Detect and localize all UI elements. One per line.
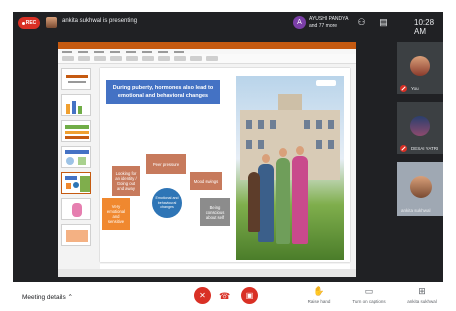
people-summary[interactable]: AYUSHI PANDYA and 77 more — [309, 16, 348, 30]
presenting-text: ankita sukhwal is presenting — [62, 18, 138, 24]
recording-badge: REC — [18, 17, 40, 29]
shared-presentation: During puberty, hormones also lead to em… — [58, 42, 356, 277]
slide-thumbnail-selected[interactable] — [61, 172, 91, 194]
student-figure — [292, 156, 308, 244]
participant-tile[interactable]: ankita sukhwal — [397, 162, 443, 216]
present-icon: ⊞ — [418, 286, 426, 296]
meeting-window: REC ankita sukhwal is presenting A AYUSH… — [13, 12, 443, 282]
students-photo — [236, 76, 344, 260]
ribbon — [58, 54, 356, 64]
participant-name: DESAI YATRI — [411, 146, 439, 151]
status-bar — [58, 269, 356, 277]
hand-icon: ✋ — [313, 286, 325, 296]
mic-off-icon: ✕ — [199, 291, 206, 300]
logo — [316, 80, 336, 86]
hang-up-button[interactable]: ☎ — [219, 291, 230, 302]
participant-name: ankita sukhwal — [401, 208, 431, 213]
mic-off-icon — [400, 145, 407, 152]
student-head — [279, 148, 287, 157]
slide-thumbnail[interactable] — [61, 224, 91, 246]
captions-button[interactable]: ▭ Turn on captions — [349, 286, 389, 304]
current-slide: During puberty, hormones also lead to em… — [100, 68, 350, 262]
bottom-bar: Meeting details ⌃ ✕ ☎ ▣ ✋ Raise hand ▭ T… — [0, 282, 456, 311]
presenting-label: ankita sukhwal — [407, 299, 437, 304]
participant-tile[interactable]: You — [397, 42, 443, 94]
box-emotional: Very emotional and sensitive — [102, 198, 130, 230]
presenter-avatar — [46, 17, 57, 28]
slide-thumbnail[interactable] — [61, 94, 91, 116]
box-mood-swings: Mood swings — [190, 172, 222, 190]
student-head — [296, 146, 304, 155]
slide-thumbnail[interactable] — [61, 120, 91, 142]
raise-hand-button[interactable]: ✋ Raise hand — [299, 286, 339, 304]
raise-hand-label: Raise hand — [307, 299, 331, 304]
mic-off-icon — [400, 85, 407, 92]
box-peer-pressure: Peer pressure — [146, 154, 186, 174]
slide-thumbnail[interactable] — [61, 68, 91, 90]
meeting-details-label: Meeting details — [22, 294, 66, 301]
participant-avatar — [410, 116, 430, 136]
chevron-up-icon: ⌃ — [67, 294, 73, 301]
student-figure — [248, 172, 260, 232]
participant-tile[interactable]: DESAI YATRI — [397, 102, 443, 154]
slide-thumbnail[interactable] — [61, 198, 91, 220]
center-circle: Emotional and behavioural changes — [152, 188, 182, 218]
slide-thumbnails — [61, 68, 95, 268]
record-dot-icon — [21, 21, 25, 25]
chat-icon[interactable]: ▤ — [378, 17, 389, 28]
recording-label: REC — [25, 20, 37, 26]
box-conscious: Being conscious about self — [200, 198, 230, 226]
meeting-details-button[interactable]: Meeting details ⌃ — [22, 293, 73, 301]
mic-toggle-button[interactable]: ✕ — [194, 287, 211, 304]
box-identity: Looking for an identity / Going out and … — [112, 166, 140, 196]
ppt-title-bar — [58, 42, 356, 49]
clock: 10:28 AM — [414, 18, 435, 36]
people-line-1: AYUSHI PANDYA — [309, 16, 349, 22]
slide-thumbnail[interactable] — [61, 146, 91, 168]
building — [240, 110, 340, 180]
people-line-2: and 77 more — [309, 23, 338, 29]
student-figure — [276, 158, 290, 244]
student-head — [262, 154, 270, 163]
captions-icon: ▭ — [364, 286, 374, 296]
participant-name: You — [411, 86, 419, 91]
top-bar: REC ankita sukhwal is presenting A AYUSH… — [13, 12, 443, 36]
slide-title: During puberty, hormones also lead to em… — [106, 80, 220, 104]
participant-avatar — [410, 176, 432, 198]
camera-off-icon: ▣ — [245, 291, 254, 300]
presenting-button[interactable]: ⊞ ankita sukhwal — [402, 286, 442, 304]
participant-avatar — [410, 56, 430, 76]
camera-toggle-button[interactable]: ▣ — [241, 287, 258, 304]
captions-label: Turn on captions — [352, 299, 386, 304]
people-icon[interactable]: ⚇ — [356, 17, 367, 28]
student-figure — [258, 164, 274, 242]
people-avatar[interactable]: A — [293, 16, 306, 29]
